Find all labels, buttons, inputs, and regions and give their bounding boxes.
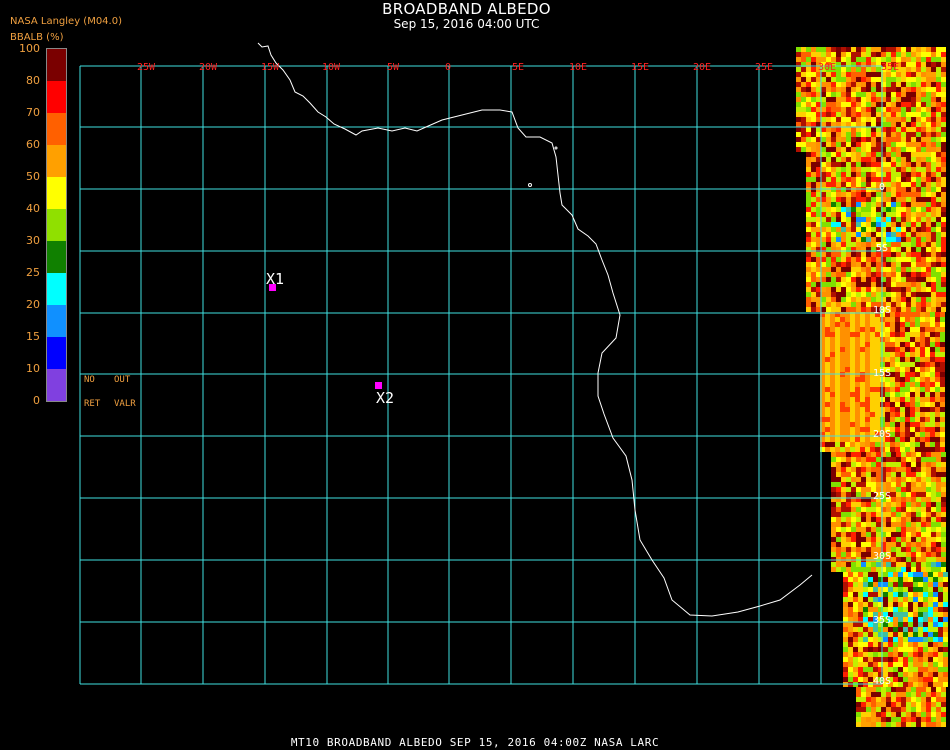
- albedo-map: 25W 20W 15W 10W 5W 0 5E 10E 15E 20E 25E 30E 35E 0 5S 10…: [79, 42, 948, 727]
- island: [554, 146, 558, 150]
- longitude-label: 15W: [261, 62, 280, 73]
- latitude-label: 30S: [873, 551, 891, 562]
- longitude-label: 5W: [387, 62, 400, 73]
- longitude-label: 25W: [137, 62, 156, 73]
- longitude-label: 0: [445, 62, 451, 73]
- longitude-label: 10W: [322, 62, 341, 73]
- longitude-label: 5E: [512, 62, 524, 73]
- latitude-label: 20S: [873, 429, 891, 440]
- longitude-label: 15E: [631, 62, 649, 73]
- latitude-label: 25S: [873, 491, 891, 502]
- latitude-label: 40S: [873, 676, 891, 687]
- marker-label: X2: [376, 389, 394, 407]
- longitude-label: 35E: [881, 62, 899, 73]
- longitude-label: 10E: [569, 62, 587, 73]
- latitude-label: 15S: [873, 368, 891, 379]
- latitude-label: 5S: [876, 243, 888, 254]
- latitude-label: 0: [879, 182, 885, 193]
- latitude-label: 10S: [873, 305, 891, 316]
- longitude-label: 30E: [818, 62, 836, 73]
- longitude-label: 20E: [693, 62, 711, 73]
- footer-caption: MT10 BROADBAND ALBEDO SEP 15, 2016 04:00…: [290, 736, 660, 749]
- latitude-label: 35S: [873, 615, 891, 626]
- longitude-label: 20W: [199, 62, 218, 73]
- marker-label: X1: [266, 270, 284, 288]
- island: [528, 183, 532, 187]
- lat-lon-grid: [79, 65, 883, 685]
- longitude-label: 25E: [755, 62, 773, 73]
- marker-x2: [375, 382, 382, 389]
- coastline: [257, 42, 813, 617]
